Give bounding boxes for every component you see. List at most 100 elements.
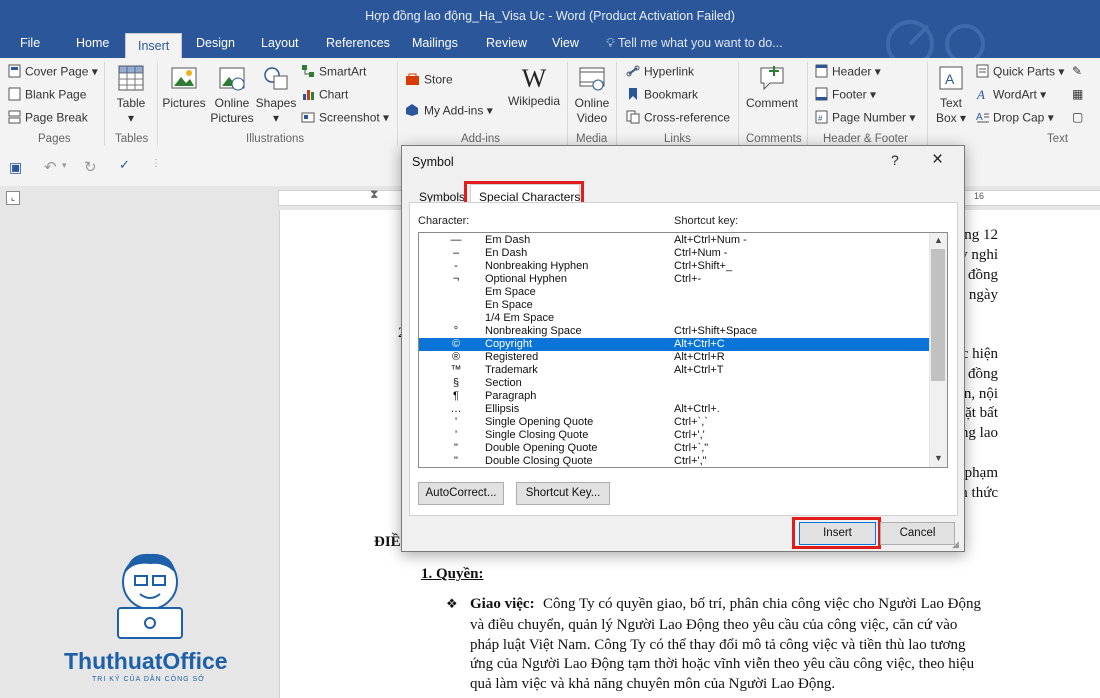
blank-page-icon	[8, 87, 21, 104]
tab-insert[interactable]: Insert	[125, 33, 183, 59]
hyperlink-button[interactable]: Hyperlink	[626, 64, 694, 81]
special-characters-list[interactable]: — Em Dash Alt+Ctrl+Num - – En Dash Ctrl+Num -…	[418, 232, 948, 468]
help-button[interactable]: ?	[891, 152, 899, 168]
group-label-comments: Comments	[746, 133, 802, 145]
character-name: Paragraph	[485, 390, 537, 402]
tab-home[interactable]: Home	[76, 36, 109, 50]
list-item[interactable]: — Em Dash Alt+Ctrl+Num -	[419, 234, 929, 247]
footer-button[interactable]: Footer ▾	[815, 87, 876, 104]
list-item[interactable]: ° Nonbreaking Space Ctrl+Shift+Space	[419, 325, 929, 338]
list-item[interactable]: En Space	[419, 299, 929, 312]
list-item[interactable]: ™ Trademark Alt+Ctrl+T	[419, 364, 929, 377]
tab-design[interactable]: Design	[196, 36, 235, 50]
list-item[interactable]: § Section	[419, 377, 929, 390]
doc-text-fragment: phạm	[964, 465, 998, 481]
scroll-up-icon[interactable]: ▲	[934, 235, 943, 245]
online-pictures-button[interactable]: Online Pictures	[209, 64, 255, 126]
cover-page-button[interactable]: Cover Page ▾	[8, 64, 98, 81]
doc-text-fragment: ng lao	[960, 425, 998, 441]
list-item[interactable]: – En Dash Ctrl+Num -	[419, 247, 929, 260]
tab-review[interactable]: Review	[486, 36, 527, 50]
bookmark-button[interactable]: Bookmark	[626, 87, 698, 104]
tell-me-box[interactable]: 💡︎ Tell me what you want to do...	[606, 36, 783, 51]
character-glyph: ©	[451, 338, 461, 350]
online-video-button[interactable]: Online Video	[571, 64, 613, 126]
group-separator	[738, 62, 739, 146]
quick-parts-button[interactable]: Quick Parts ▾	[976, 64, 1064, 81]
list-item[interactable]: © Copyright Alt+Ctrl+C	[419, 338, 929, 351]
scrollbar-thumb[interactable]	[931, 249, 945, 381]
character-glyph: °	[453, 325, 459, 337]
save-icon[interactable]: ▣	[9, 159, 22, 176]
tab-layout[interactable]: Layout	[261, 36, 299, 50]
comment-button[interactable]: Comment	[742, 64, 802, 111]
shortcut-key-button[interactable]: Shortcut Key...	[516, 482, 610, 505]
undo-icon[interactable]: ↶	[44, 158, 57, 176]
screenshot-button[interactable]: Screenshot ▾	[301, 110, 389, 127]
list-scrollbar[interactable]: ▲ ▼	[929, 233, 947, 467]
wikipedia-button[interactable]: W Wikipedia	[503, 64, 565, 109]
chart-button[interactable]: Chart	[301, 87, 348, 104]
cancel-button[interactable]: Cancel	[880, 522, 955, 545]
shortcut-key: Ctrl+-	[674, 273, 702, 285]
character-name: Em Dash	[485, 234, 531, 246]
group-label-tables: Tables	[115, 133, 149, 145]
list-item[interactable]: Em Space	[419, 286, 929, 299]
store-button[interactable]: Store	[405, 72, 453, 89]
my-addins-button[interactable]: My Add-ins ▾	[405, 103, 493, 120]
shortcut-key: Alt+Ctrl+.	[674, 403, 720, 415]
wordart-button[interactable]: A WordArt ▾	[976, 87, 1046, 104]
redo-icon[interactable]: ↻	[84, 158, 97, 176]
comment-icon	[760, 66, 784, 91]
autocorrect-button[interactable]: AutoCorrect...	[418, 482, 504, 505]
character-glyph: —	[450, 234, 462, 246]
blank-page-button[interactable]: Blank Page	[8, 87, 86, 104]
object-icon[interactable]: ▢	[1072, 110, 1083, 124]
character-glyph: §	[452, 377, 460, 389]
customize-qat-icon[interactable]: ⋮	[151, 158, 161, 169]
shapes-button[interactable]: Shapes ▾	[255, 64, 297, 126]
doc-text-fragment: n, nội	[963, 386, 998, 402]
smartart-icon	[301, 64, 315, 81]
cross-reference-button[interactable]: Cross-reference	[626, 110, 730, 127]
quick-parts-icon	[976, 64, 989, 81]
table-button[interactable]: Table ▾	[113, 64, 149, 126]
list-item[interactable]: 1/4 Em Space	[419, 312, 929, 325]
drop-cap-button[interactable]: A Drop Cap ▾	[976, 110, 1054, 127]
tab-references[interactable]: References	[326, 36, 390, 50]
list-item[interactable]: ' Single Closing Quote Ctrl+','	[419, 429, 929, 442]
group-label-addins: Add-ins	[461, 133, 500, 145]
text-box-button[interactable]: A Text Box ▾	[931, 64, 971, 126]
scroll-down-icon[interactable]: ▼	[934, 453, 943, 463]
bookmark-icon	[626, 87, 640, 104]
ribbon: Cover Page ▾ Blank Page Page Break Pages…	[0, 58, 1100, 149]
header-button[interactable]: Header ▾	[815, 64, 881, 81]
page-number-icon: #	[815, 110, 828, 127]
list-item[interactable]: ¶ Paragraph	[419, 390, 929, 403]
tab-view[interactable]: View	[552, 36, 579, 50]
undo-dropdown-icon[interactable]: ▾	[62, 160, 67, 171]
list-item[interactable]: " Double Opening Quote Ctrl+`,"	[419, 442, 929, 455]
tab-selector-icon[interactable]: ⌞	[6, 191, 20, 205]
list-item[interactable]: ® Registered Alt+Ctrl+R	[419, 351, 929, 364]
close-button[interactable]: ×	[932, 149, 943, 171]
pictures-button[interactable]: Pictures	[161, 64, 207, 111]
character-glyph: –	[452, 247, 460, 259]
drop-cap-icon: A	[976, 110, 989, 127]
resize-grip-icon[interactable]: ◢	[952, 539, 959, 550]
tab-mailings[interactable]: Mailings	[412, 36, 458, 50]
tab-file[interactable]: File	[20, 36, 40, 50]
list-item[interactable]: ¬ Optional Hyphen Ctrl+-	[419, 273, 929, 286]
list-item[interactable]: - Nonbreaking Hyphen Ctrl+Shift+_	[419, 260, 929, 273]
spelling-check-icon[interactable]: ✓	[119, 157, 130, 173]
indent-marker-icon[interactable]: ⧗	[370, 187, 378, 202]
page-number-button[interactable]: # Page Number ▾	[815, 110, 915, 127]
date-time-icon[interactable]: ▦	[1072, 87, 1083, 101]
signature-line-icon[interactable]: ✎	[1072, 64, 1082, 78]
group-separator	[157, 62, 158, 146]
list-item[interactable]: … Ellipsis Alt+Ctrl+.	[419, 403, 929, 416]
smartart-button[interactable]: SmartArt	[301, 64, 366, 81]
page-break-button[interactable]: Page Break	[8, 110, 88, 127]
list-item[interactable]: " Double Closing Quote Ctrl+',"	[419, 455, 929, 467]
list-item[interactable]: ' Single Opening Quote Ctrl+`,`	[419, 416, 929, 429]
